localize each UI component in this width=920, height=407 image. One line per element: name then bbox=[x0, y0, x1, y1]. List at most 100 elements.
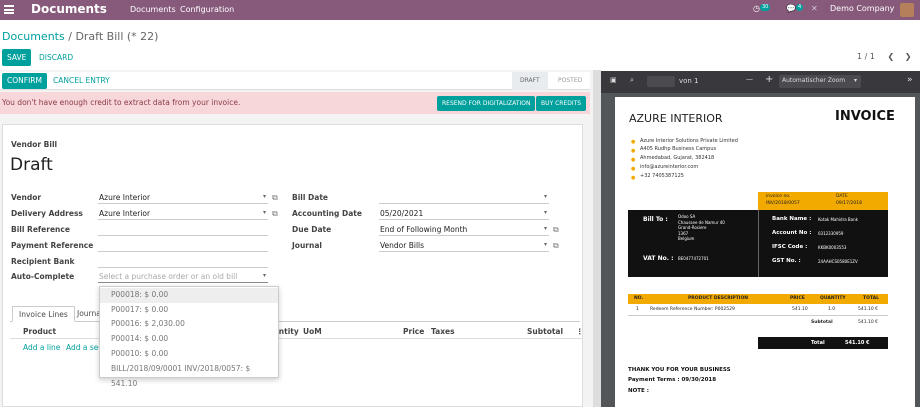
invoice-page: AZURE INTERIOR INVOICE Azure Interior So… bbox=[615, 97, 915, 407]
invoice-table-row: 1 Redeem Reference Number: P002529 541.1… bbox=[628, 305, 888, 316]
breadcrumb-current: Draft Bill (* 22) bbox=[75, 30, 159, 43]
chat-badge: 4 bbox=[795, 4, 804, 11]
auto-complete-field[interactable]: Select a purchase order or an old bill ▾ bbox=[98, 272, 268, 283]
bill-reference-label: Bill Reference bbox=[11, 225, 70, 234]
menu-documents[interactable]: Documents bbox=[130, 5, 176, 14]
tab-invoice-lines[interactable]: Invoice Lines bbox=[12, 306, 75, 322]
activity-icon[interactable]: ◷ 30 bbox=[753, 4, 771, 13]
activity-badge: 30 bbox=[759, 4, 771, 11]
bill-date-dropdown-icon[interactable]: ▾ bbox=[544, 193, 547, 200]
dropdown-option[interactable]: BILL/2018/09/0001 INV/2018/0057: $ 541.1… bbox=[100, 362, 278, 388]
user-avatar[interactable] bbox=[900, 3, 914, 17]
dropdown-option[interactable]: P00017: $ 0.00 bbox=[100, 303, 278, 318]
column-price[interactable]: Price bbox=[403, 327, 424, 336]
bill-date-label: Bill Date bbox=[292, 193, 328, 202]
vendor-external-link-icon[interactable]: ⧉ bbox=[272, 193, 278, 203]
apps-menu-icon[interactable] bbox=[4, 5, 14, 14]
dropdown-option[interactable]: P00010: $ 0.00 bbox=[100, 347, 278, 362]
payment-terms: Payment Terms : 09/30/2018 bbox=[628, 377, 717, 383]
delivery-external-link-icon[interactable]: ⧉ bbox=[272, 209, 278, 219]
due-date-external-link-icon[interactable]: ⧉ bbox=[553, 225, 559, 235]
billing-block: Bill To : Odoo SA Chaussee de Namur 40 G… bbox=[628, 210, 888, 277]
bill-date-field[interactable]: ▾ bbox=[379, 193, 549, 204]
cancel-entry-button[interactable]: CANCEL ENTRY bbox=[48, 73, 115, 89]
save-button[interactable]: SAVE bbox=[2, 49, 32, 66]
pager-next-icon[interactable]: ❯ bbox=[905, 52, 912, 61]
invoice-heading: INVOICE bbox=[835, 109, 895, 124]
notebook-tabs: Invoice Lines Journal Items bbox=[10, 306, 580, 322]
journal-external-link-icon[interactable]: ⧉ bbox=[553, 241, 559, 251]
zoom-out-icon[interactable]: — bbox=[746, 75, 753, 83]
dropdown-option[interactable]: P00016: $ 2,030.00 bbox=[100, 317, 278, 332]
column-subtotal[interactable]: Subtotal bbox=[527, 327, 563, 336]
note-label: NOTE : bbox=[628, 388, 649, 394]
search-icon[interactable]: ⌕ bbox=[630, 76, 634, 85]
sidebar-toggle-icon[interactable]: ▣ bbox=[610, 76, 617, 84]
due-date-field[interactable]: End of Following Month ▾ bbox=[379, 225, 549, 236]
payment-reference-label: Payment Reference bbox=[11, 241, 94, 250]
page-number-input[interactable] bbox=[647, 76, 675, 87]
dropdown-option[interactable]: P00014: $ 0.00 bbox=[100, 332, 278, 347]
address-line: Azure Interior Solutions Private Limited bbox=[640, 138, 738, 144]
app-brand[interactable]: Documents bbox=[31, 2, 107, 16]
journal-field[interactable]: Vendor Bills ▾ bbox=[379, 241, 549, 252]
discard-button[interactable]: DISCARD bbox=[34, 49, 78, 66]
document-type-label: Vendor Bill bbox=[11, 140, 58, 149]
state-title: Draft bbox=[10, 155, 53, 175]
stage-posted[interactable]: POSTED bbox=[550, 72, 590, 90]
pager: 1 / 1 ❮ ❯ bbox=[857, 52, 911, 61]
vendor-label: Vendor bbox=[11, 193, 42, 202]
buy-credits-button[interactable]: BUY CREDITS bbox=[536, 96, 587, 111]
invoice-subtotal: Subtotal 541.10 € bbox=[811, 320, 879, 325]
pdf-toolbar: ▣ ⌕ von 1 — + Automatischer Zoom ▾ » bbox=[601, 71, 920, 93]
due-date-dropdown-icon[interactable]: ▾ bbox=[544, 225, 547, 232]
alert-message: You don't have enough credit to extract … bbox=[2, 98, 241, 107]
close-icon[interactable]: ✕ bbox=[811, 4, 818, 13]
pager-prev-icon[interactable]: ❮ bbox=[888, 52, 895, 61]
auto-complete-dropdown: P00018: $ 0.00 P00017: $ 0.00 P00016: $ … bbox=[99, 286, 279, 388]
stage-draft: DRAFT bbox=[512, 72, 548, 90]
vendor-dropdown-icon[interactable]: ▾ bbox=[263, 193, 266, 200]
column-taxes[interactable]: Taxes bbox=[431, 327, 455, 336]
contact-icons: ● ● ● ● ● bbox=[631, 139, 636, 181]
pane-splitter[interactable] bbox=[593, 70, 601, 407]
delivery-dropdown-icon[interactable]: ▾ bbox=[263, 209, 266, 216]
resend-digitalization-button[interactable]: RESEND FOR DIGITALIZATION bbox=[437, 96, 536, 111]
auto-complete-dropdown-icon[interactable]: ▾ bbox=[263, 272, 266, 279]
more-tools-icon[interactable]: » bbox=[907, 75, 913, 85]
add-line-link[interactable]: Add a line bbox=[23, 343, 60, 352]
accounting-date-dropdown-icon[interactable]: ▾ bbox=[544, 209, 547, 216]
form-sheet bbox=[2, 124, 583, 407]
invoice-table-header: NO. PRODUCT DESCRIPTION PRICE QUANTITY T… bbox=[628, 294, 888, 304]
pager-value: 1 / 1 bbox=[857, 52, 875, 61]
page-count: von 1 bbox=[679, 77, 699, 85]
breadcrumb-separator: / bbox=[68, 30, 72, 43]
zoom-select[interactable]: Automatischer Zoom ▾ bbox=[779, 75, 861, 88]
vendor-field[interactable]: Azure Interior ▾ bbox=[98, 193, 268, 204]
journal-dropdown-icon[interactable]: ▾ bbox=[544, 241, 547, 248]
bill-reference-field[interactable] bbox=[98, 225, 268, 236]
auto-complete-label: Auto-Complete bbox=[11, 272, 75, 281]
company-switcher[interactable]: Demo Company bbox=[830, 4, 894, 13]
breadcrumb-documents[interactable]: Documents bbox=[2, 30, 65, 43]
menu-configuration[interactable]: Configuration bbox=[180, 5, 234, 14]
zoom-in-icon[interactable]: + bbox=[765, 74, 773, 85]
dropdown-option[interactable]: P00018: $ 0.00 bbox=[100, 288, 278, 303]
column-options-icon[interactable]: ⋮ bbox=[576, 327, 584, 336]
delivery-address-field[interactable]: Azure Interior ▾ bbox=[98, 209, 268, 220]
address-line: +32 7405387125 bbox=[640, 173, 684, 179]
top-navbar: Documents Documents Configuration ◷ 30 💬 4… bbox=[0, 0, 920, 20]
column-uom[interactable]: UoM bbox=[303, 327, 322, 336]
accounting-date-field[interactable]: 05/20/2021 ▾ bbox=[379, 209, 549, 220]
payment-reference-field[interactable] bbox=[98, 241, 268, 252]
address-line: Ahmedabad, Gujarat, 382418 bbox=[640, 155, 715, 161]
confirm-button[interactable]: CONFIRM bbox=[2, 73, 47, 89]
recipient-bank-field[interactable] bbox=[98, 257, 268, 268]
address-line: info@azureinterior.com bbox=[640, 164, 699, 170]
invoice-total: Total 541.10 € bbox=[758, 337, 888, 349]
column-product[interactable]: Product bbox=[23, 327, 56, 336]
journal-label: Journal bbox=[292, 241, 322, 250]
chat-icon[interactable]: 💬 4 bbox=[786, 4, 804, 13]
thank-you-note: THANK YOU FOR YOUR BUSINESS bbox=[628, 367, 731, 373]
accounting-date-label: Accounting Date bbox=[292, 209, 362, 218]
